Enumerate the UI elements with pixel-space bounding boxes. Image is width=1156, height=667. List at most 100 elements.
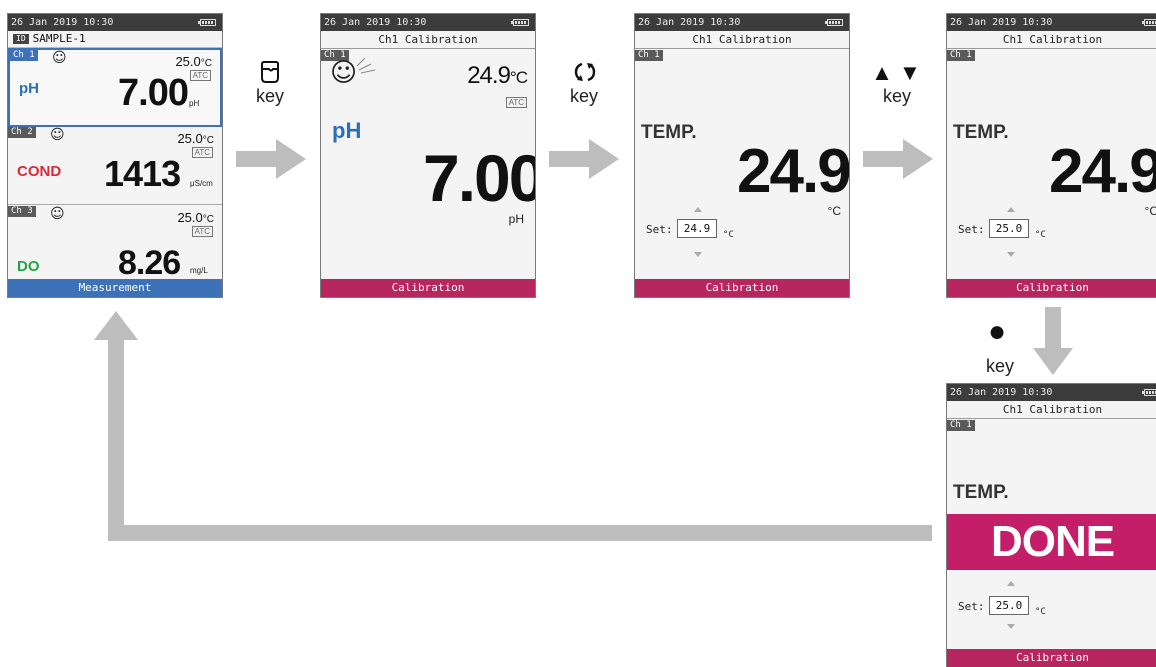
- set-label: Set:: [646, 223, 673, 236]
- status-bar: 26 Jan 2019 10:30: [947, 384, 1156, 401]
- smiley-icon: ☺: [330, 58, 358, 88]
- enter-key-icon: ●: [987, 315, 1007, 348]
- set-value-screen: 26 Jan 2019 10:30 Ch1 Calibration Ch 1 T…: [946, 13, 1156, 298]
- temp-unit: °C: [827, 204, 841, 218]
- ph-calibration-screen: 26 Jan 2019 10:30 Ch1 Calibration Ch 1 ☺…: [320, 13, 536, 298]
- increase-arrow-icon[interactable]: [694, 207, 702, 212]
- smiley-icon: ☺: [50, 127, 65, 143]
- atc-badge: ATC: [191, 226, 213, 237]
- datetime: 26 Jan 2019 10:30: [950, 387, 1053, 398]
- battery-icon: [511, 19, 529, 26]
- smiley-icon: ☺: [50, 206, 65, 222]
- enter-key-label: key: [985, 356, 1014, 376]
- channel-label: DO: [17, 258, 40, 275]
- sample-id-row: ID SAMPLE-1: [8, 31, 222, 48]
- smiley-icon: ☺: [52, 50, 67, 66]
- datetime: 26 Jan 2019 10:30: [950, 17, 1053, 28]
- increase-arrow-icon[interactable]: [1007, 207, 1015, 212]
- channel-unit: pH: [189, 99, 200, 108]
- channel-value: 8.26: [118, 244, 181, 282]
- datetime: 26 Jan 2019 10:30: [324, 17, 427, 28]
- ph-temp: 24.9°C: [467, 62, 528, 89]
- channel-tag: Ch 1: [635, 50, 663, 61]
- set-value-field[interactable]: 25.0: [989, 596, 1029, 615]
- status-bar: 26 Jan 2019 10:30: [321, 14, 535, 31]
- screen-footer: Calibration: [635, 279, 849, 297]
- up-down-key-icon: ▲ ▼: [871, 60, 921, 85]
- cycle-key-label: key: [569, 86, 598, 106]
- battery-icon: [1142, 389, 1156, 396]
- channel-panel-3[interactable]: Ch 3 ☺ 25.0°C ATC DO 8.26 mg/L: [8, 206, 222, 284]
- channel-value: 7.00: [118, 72, 189, 114]
- atc-badge: ATC: [191, 147, 213, 158]
- arrow-measurement-to-ph: [236, 139, 306, 179]
- increase-arrow-icon[interactable]: [1007, 581, 1015, 586]
- measurement-screen: 26 Jan 2019 10:30 ID SAMPLE-1 Ch 1 ☺ 25.0…: [7, 13, 223, 298]
- screen-footer: Measurement: [8, 279, 222, 297]
- set-unit: °C: [1035, 230, 1046, 240]
- atc-badge: ATC: [505, 97, 527, 108]
- set-value-field[interactable]: 25.0: [989, 219, 1029, 238]
- status-bar: 26 Jan 2019 10:30: [635, 14, 849, 31]
- battery-icon: [198, 19, 216, 26]
- cycle-key-icon: [574, 62, 596, 82]
- temp-value: 24.9: [1049, 137, 1156, 206]
- temp-unit: °C: [1144, 204, 1156, 218]
- screen-title: Ch1 Calibration: [947, 401, 1156, 419]
- up-down-key-label: key: [882, 86, 911, 106]
- channel-label: pH: [19, 80, 39, 97]
- done-banner: DONE: [947, 514, 1156, 570]
- set-label: Set:: [958, 223, 985, 236]
- channel-label: COND: [17, 163, 62, 180]
- ph-label: pH: [332, 118, 362, 143]
- datetime: 26 Jan 2019 10:30: [638, 17, 741, 28]
- atc-badge: ATC: [189, 70, 211, 81]
- status-bar: 26 Jan 2019 10:30: [8, 14, 222, 31]
- channel-unit: μS/cm: [190, 179, 213, 188]
- channel-tag: Ch 1: [947, 50, 975, 61]
- screen-title: Ch1 Calibration: [321, 31, 535, 49]
- blink-lines-icon: [357, 58, 376, 74]
- channel-temp: 25.0°C: [177, 210, 214, 225]
- screen-title: Ch1 Calibration: [947, 31, 1156, 49]
- channel-tag: Ch 1: [10, 50, 38, 61]
- channel-temp: 25.0°C: [175, 54, 212, 69]
- set-label: Set:: [958, 600, 985, 613]
- temp-label: TEMP.: [953, 122, 1009, 143]
- set-unit: °C: [1035, 607, 1046, 617]
- arrow-done-to-measurement: [94, 311, 932, 541]
- calibration-done-screen: 26 Jan 2019 10:30 Ch1 Calibration Ch 1 T…: [946, 383, 1156, 667]
- temp-label: TEMP.: [953, 482, 1009, 503]
- channel-temp: 25.0°C: [177, 131, 214, 146]
- status-bar: 26 Jan 2019 10:30: [947, 14, 1156, 31]
- temp-value: 24.9: [737, 137, 850, 206]
- battery-icon: [825, 19, 843, 26]
- channel-panel-1[interactable]: Ch 1 ☺ 25.0°C ATC pH 7.00 pH: [8, 48, 222, 127]
- decrease-arrow-icon[interactable]: [694, 252, 702, 257]
- arrow-temp-to-set: [863, 139, 933, 179]
- arrow-set-to-done: [1033, 307, 1073, 375]
- channel-unit: mg/L: [190, 266, 208, 275]
- screen-footer: Calibration: [321, 279, 535, 297]
- temp-calibration-screen: 26 Jan 2019 10:30 Ch1 Calibration Ch 1 T…: [634, 13, 850, 298]
- screen-footer: Calibration: [947, 279, 1156, 297]
- channel-tag: Ch 1: [947, 420, 975, 431]
- arrow-ph-to-temp: [549, 139, 619, 179]
- screen-footer: Calibration: [947, 649, 1156, 667]
- ph-value: 7.00: [423, 141, 536, 215]
- datetime: 26 Jan 2019 10:30: [11, 17, 114, 28]
- decrease-arrow-icon[interactable]: [1007, 252, 1015, 257]
- decrease-arrow-icon[interactable]: [1007, 624, 1015, 629]
- temp-label: TEMP.: [641, 122, 697, 143]
- screen-title: Ch1 Calibration: [635, 31, 849, 49]
- ph-unit: pH: [508, 212, 524, 226]
- set-unit: °C: [723, 230, 734, 240]
- channel-value: 1413: [104, 153, 181, 194]
- channel-panel-2[interactable]: Ch 2 ☺ 25.0°C ATC COND 1413 μS/cm: [8, 127, 222, 205]
- sample-id: SAMPLE-1: [32, 32, 86, 45]
- id-badge: ID: [13, 34, 29, 44]
- calibration-key-label: key: [255, 86, 284, 106]
- battery-icon: [1142, 19, 1156, 26]
- channel-tag: Ch 2: [8, 127, 36, 138]
- set-value-field[interactable]: 24.9: [677, 219, 717, 238]
